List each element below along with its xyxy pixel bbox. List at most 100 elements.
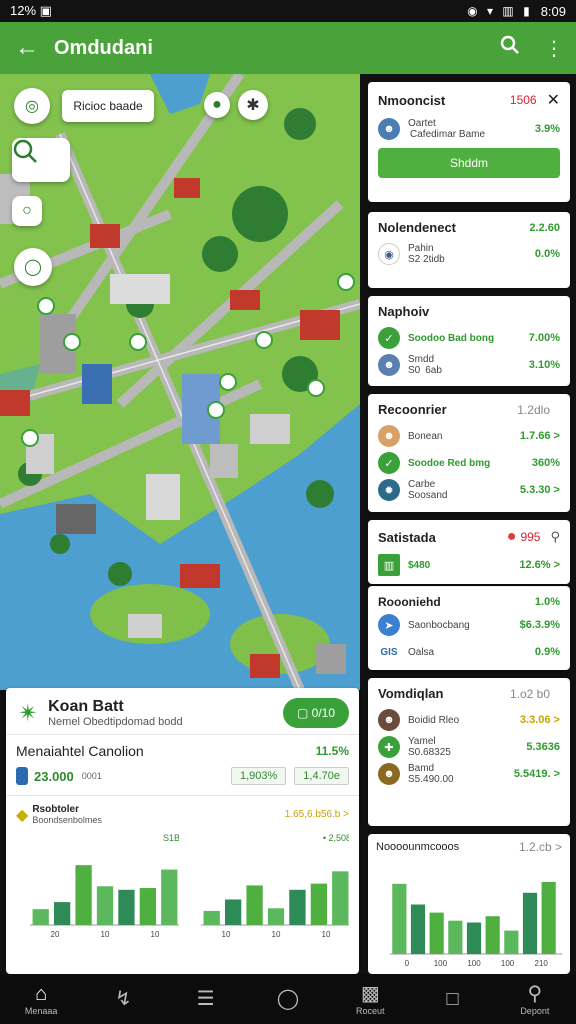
bar-chart-middle: 10 10 10 • 2,508 — [200, 833, 349, 939]
list-item[interactable]: ☻ Oartet Cafedimar Bame 3.9% — [378, 118, 560, 140]
card-title: Nolendenect — [378, 220, 457, 235]
tick-label: 0 — [405, 959, 410, 968]
card-value: 1.2.cb > — [518, 840, 562, 854]
location-icon[interactable]: ◎ — [14, 88, 50, 124]
city-map[interactable]: ◎ Ricioc baade ● ✱ ○ ◯ — [0, 74, 360, 690]
chart-bar — [96, 886, 114, 925]
close-icon[interactable]: ✕ — [547, 90, 560, 110]
card-title: Nmooncist — [378, 92, 446, 108]
chart-bar — [448, 920, 463, 954]
nav-home[interactable]: ⌂ Menaaa — [0, 974, 82, 1024]
chart-icon: ◆ — [16, 806, 29, 824]
list-item[interactable]: ✓ Soodoe Red bmg 360% — [378, 452, 560, 474]
bar-chart-right: 0 100 100 100 210 — [390, 882, 562, 968]
chart-bar — [466, 922, 482, 954]
nav-report[interactable]: ▩ Roceut — [329, 974, 411, 1024]
home-icon: ⌂ — [35, 983, 48, 1005]
list-item[interactable]: ☻ Boidid Rleo 3.3.06 > — [378, 709, 560, 731]
nav-list[interactable]: ☰ — [165, 974, 247, 1024]
tick-label: 10 — [151, 930, 160, 939]
list-item[interactable]: ▥ $480 12.6% > — [378, 554, 560, 576]
list-item[interactable]: ✚ Yamel S0.68325 5.3636 — [378, 736, 560, 758]
status-bar: 12% ▣ ◉ ▾ ▥ ▮ 8:09 — [0, 0, 576, 22]
info-icon — [16, 767, 28, 785]
card-naphoiv: Naphoiv ✓ Soodoo Bad bong 7.00% ☻ Smdd S… — [368, 296, 570, 386]
status-toggle-button[interactable]: ▢ 0/10 — [283, 698, 349, 728]
card-chart: Noooounmcooos 1.2.cb > 0 100 100 100 210 — [368, 834, 570, 974]
status-dot-icon: ● — [506, 528, 517, 545]
list-item-label: Pahin S2 2tidb — [408, 243, 445, 265]
list-item[interactable]: ➤ Saonbocbang $6.3.9% — [378, 614, 560, 636]
nav-route[interactable]: ↯ — [82, 974, 164, 1024]
list-item-value: 3.3.06 > — [519, 714, 560, 726]
page-title: Omdudani — [54, 36, 153, 59]
list-item[interactable]: ☻ Bamd S5.490.00 5.5419. > — [378, 763, 560, 785]
section-title: Menaiahtel Canolion — [16, 743, 144, 759]
nav-label: Menaaa — [24, 1006, 58, 1016]
list-item[interactable]: ◉ Pahin S2 2tidb 0.0% — [378, 243, 560, 265]
dot-icon[interactable]: ● — [204, 92, 230, 118]
list-item-value: 3.9% — [534, 123, 560, 135]
right-panel: Nmooncist 1506 ✕ ☻ Oartet Cafedimar Bame… — [366, 78, 572, 974]
nav-square[interactable]: □ — [411, 974, 493, 1024]
chart-bar — [32, 909, 49, 925]
value-tag[interactable]: 1,903% — [230, 767, 287, 785]
report-icon: ▩ — [360, 983, 380, 1005]
list-item-label: Yamel S0.68325 — [408, 736, 451, 758]
card-title: Vomdiqlan — [378, 686, 444, 701]
card-roooniehd: Roooniehd 1.0% ➤ Saonbocbang $6.3.9% GIS… — [368, 586, 570, 670]
bottom-nav: ⌂ Menaaa ↯ ☰ ◯ ▩ Roceut □ ⚲ Depont — [0, 974, 576, 1024]
nav-account[interactable]: ⚲ Depont — [494, 974, 576, 1024]
layers-icon[interactable]: ◯ — [14, 248, 52, 286]
nav-circle[interactable]: ◯ — [247, 974, 329, 1024]
chart-bar — [288, 889, 306, 925]
list-item-label: Boidid Rleo — [408, 714, 460, 726]
card-nmooncist: Nmooncist 1506 ✕ ☻ Oartet Cafedimar Bame… — [368, 82, 570, 202]
chart-bar — [118, 889, 135, 925]
list-item[interactable]: ☻ Smdd S0 6ab 3.10% — [378, 354, 560, 376]
list-item-value: 3.10% — [528, 359, 560, 371]
card-value: 2.2.60 — [529, 221, 560, 234]
chart-bar — [203, 910, 220, 925]
tick-label: 10 — [101, 930, 110, 939]
card-recoonrier: Recoonrier 1.2dlo ☻ Bonean 1.7.66 > ✓ So… — [368, 394, 570, 512]
app-bar: ← Omdudani ⋮ — [0, 22, 576, 74]
status-icons: ◉ ▾ ▥ ▮ — [467, 4, 533, 18]
check-icon: ✓ — [378, 327, 400, 349]
list-item-label: Saonbocbang — [408, 619, 470, 631]
star-icon[interactable]: ✱ — [238, 90, 268, 120]
chart-head: Rsobtoler — [32, 804, 79, 815]
list-item-value: 7.00% — [528, 332, 560, 344]
chart-bar — [139, 888, 156, 925]
arrow-left-icon[interactable]: ← — [0, 34, 54, 62]
gis-icon: GIS — [378, 641, 400, 663]
more-vert-icon[interactable]: ⋮ — [532, 36, 576, 61]
list-item-value: $6.3.9% — [519, 619, 560, 631]
list-item-value: 5.3.30 > — [519, 484, 560, 496]
network-icon: ✹ — [378, 479, 400, 501]
section-value: 11.5% — [315, 744, 349, 758]
chart-bar — [485, 916, 500, 954]
shield-icon: ◉ — [378, 243, 400, 265]
list-item[interactable]: ✓ Soodoo Bad bong 7.00% — [378, 327, 560, 349]
list-item[interactable]: ✹ Carbe Soosand 5.3.30 > — [378, 479, 560, 501]
zoom-icon[interactable] — [12, 138, 70, 182]
chart-annotation: S1B — [163, 833, 179, 843]
avatar: ☻ — [378, 763, 400, 785]
shddm-button[interactable]: Shddm — [378, 148, 560, 178]
bar-chart-left: 20 10 10 S1B — [30, 833, 179, 939]
value-tag[interactable]: 1,4.70e — [294, 767, 349, 785]
card-satistada: Satistada ● 995 ⚲ ▥ $480 12.6% > — [368, 520, 570, 584]
chart-bar — [75, 865, 92, 925]
person-icon[interactable]: ⚲ — [550, 529, 560, 545]
map-search-chip[interactable]: Ricioc baade — [62, 90, 154, 122]
search-map-icon[interactable]: ○ — [12, 196, 42, 226]
list-item[interactable]: GIS Oalsa 0.9% — [378, 641, 560, 663]
list-item-value: 360% — [531, 457, 560, 469]
list-item[interactable]: ☻ Bonean 1.7.66 > — [378, 425, 560, 447]
chart-bar — [429, 912, 444, 954]
search-icon[interactable] — [488, 35, 532, 61]
nav-label: Roceut — [356, 1006, 385, 1016]
avatar: ☻ — [378, 354, 400, 376]
nav-label: Depont — [520, 1006, 550, 1016]
